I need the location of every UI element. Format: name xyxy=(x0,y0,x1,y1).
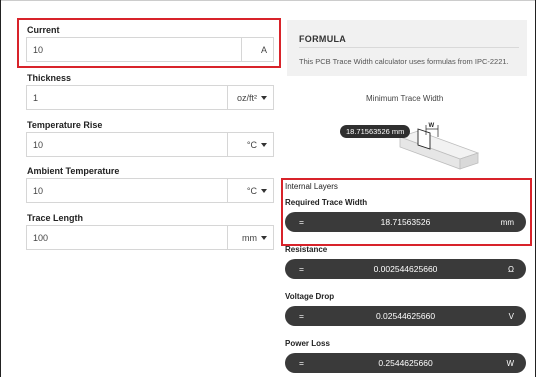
ambient-temperature-field: °C xyxy=(26,178,274,203)
power-loss-label: Power Loss xyxy=(285,339,330,348)
thickness-field: oz/ft² xyxy=(26,85,274,110)
power-loss-value: 0.2544625660 xyxy=(378,358,433,368)
minimum-trace-width-title: Minimum Trace Width xyxy=(366,94,444,103)
trace-length-unit-select[interactable]: mm xyxy=(227,226,273,249)
formula-title: FORMULA xyxy=(299,34,347,44)
trace-length-unit-label: mm xyxy=(242,232,257,243)
thickness-unit-label: oz/ft² xyxy=(236,92,257,103)
power-loss-unit: W xyxy=(506,358,514,368)
ambient-temperature-unit-select[interactable]: °C xyxy=(227,179,273,202)
current-highlight-box xyxy=(17,18,281,68)
temperature-rise-unit-select[interactable]: °C xyxy=(227,133,273,156)
frame-left-edge xyxy=(0,0,1,377)
thickness-label: Thickness xyxy=(27,73,72,83)
trace-width-diagram: W xyxy=(398,123,480,170)
thickness-unit-select[interactable]: oz/ft² xyxy=(227,86,273,109)
formula-card: FORMULA This PCB Trace Width calculator … xyxy=(287,20,527,76)
internal-layers-label: Internal Layers xyxy=(285,182,338,191)
resistance-result: = 0.002544625660 Ω xyxy=(285,259,526,279)
trace-length-input[interactable] xyxy=(27,226,227,249)
resistance-label: Resistance xyxy=(285,245,328,254)
trace-length-label: Trace Length xyxy=(27,213,84,223)
width-marker: W xyxy=(429,123,435,129)
required-trace-width-value: 18.71563526 xyxy=(380,217,431,227)
required-trace-width-label: Required Trace Width xyxy=(285,198,368,207)
ambient-temperature-input[interactable] xyxy=(27,179,227,202)
chevron-down-icon xyxy=(261,95,267,100)
chevron-down-icon xyxy=(261,235,267,240)
voltage-drop-unit: V xyxy=(508,311,514,321)
formula-description: This PCB Trace Width calculator uses for… xyxy=(299,57,509,66)
chevron-down-icon xyxy=(261,188,267,193)
thickness-input[interactable] xyxy=(27,86,227,109)
temperature-rise-label: Temperature Rise xyxy=(27,120,103,130)
resistance-unit: Ω xyxy=(508,264,514,274)
ambient-temperature-unit-label: °C xyxy=(246,185,257,196)
ambient-temperature-label: Ambient Temperature xyxy=(27,166,120,176)
temperature-rise-unit-label: °C xyxy=(246,139,257,150)
trace-length-field: mm xyxy=(26,225,274,250)
chevron-down-icon xyxy=(261,142,267,147)
voltage-drop-label: Voltage Drop xyxy=(285,292,335,301)
temperature-rise-field: °C xyxy=(26,132,274,157)
required-trace-width-unit: mm xyxy=(500,217,514,227)
voltage-drop-value: 0.02544625660 xyxy=(375,311,436,321)
frame-top-edge xyxy=(0,0,536,1)
trace-width-tooltip: 18.71563526 mm xyxy=(340,125,411,138)
temperature-rise-input[interactable] xyxy=(27,133,227,156)
power-loss-result: = 0.2544625660 W xyxy=(285,353,526,373)
voltage-drop-result: = 0.02544625660 V xyxy=(285,306,526,326)
formula-divider xyxy=(299,47,519,48)
resistance-value: 0.002544625660 xyxy=(373,264,438,274)
required-trace-width-result: = 18.71563526 mm xyxy=(285,212,526,232)
